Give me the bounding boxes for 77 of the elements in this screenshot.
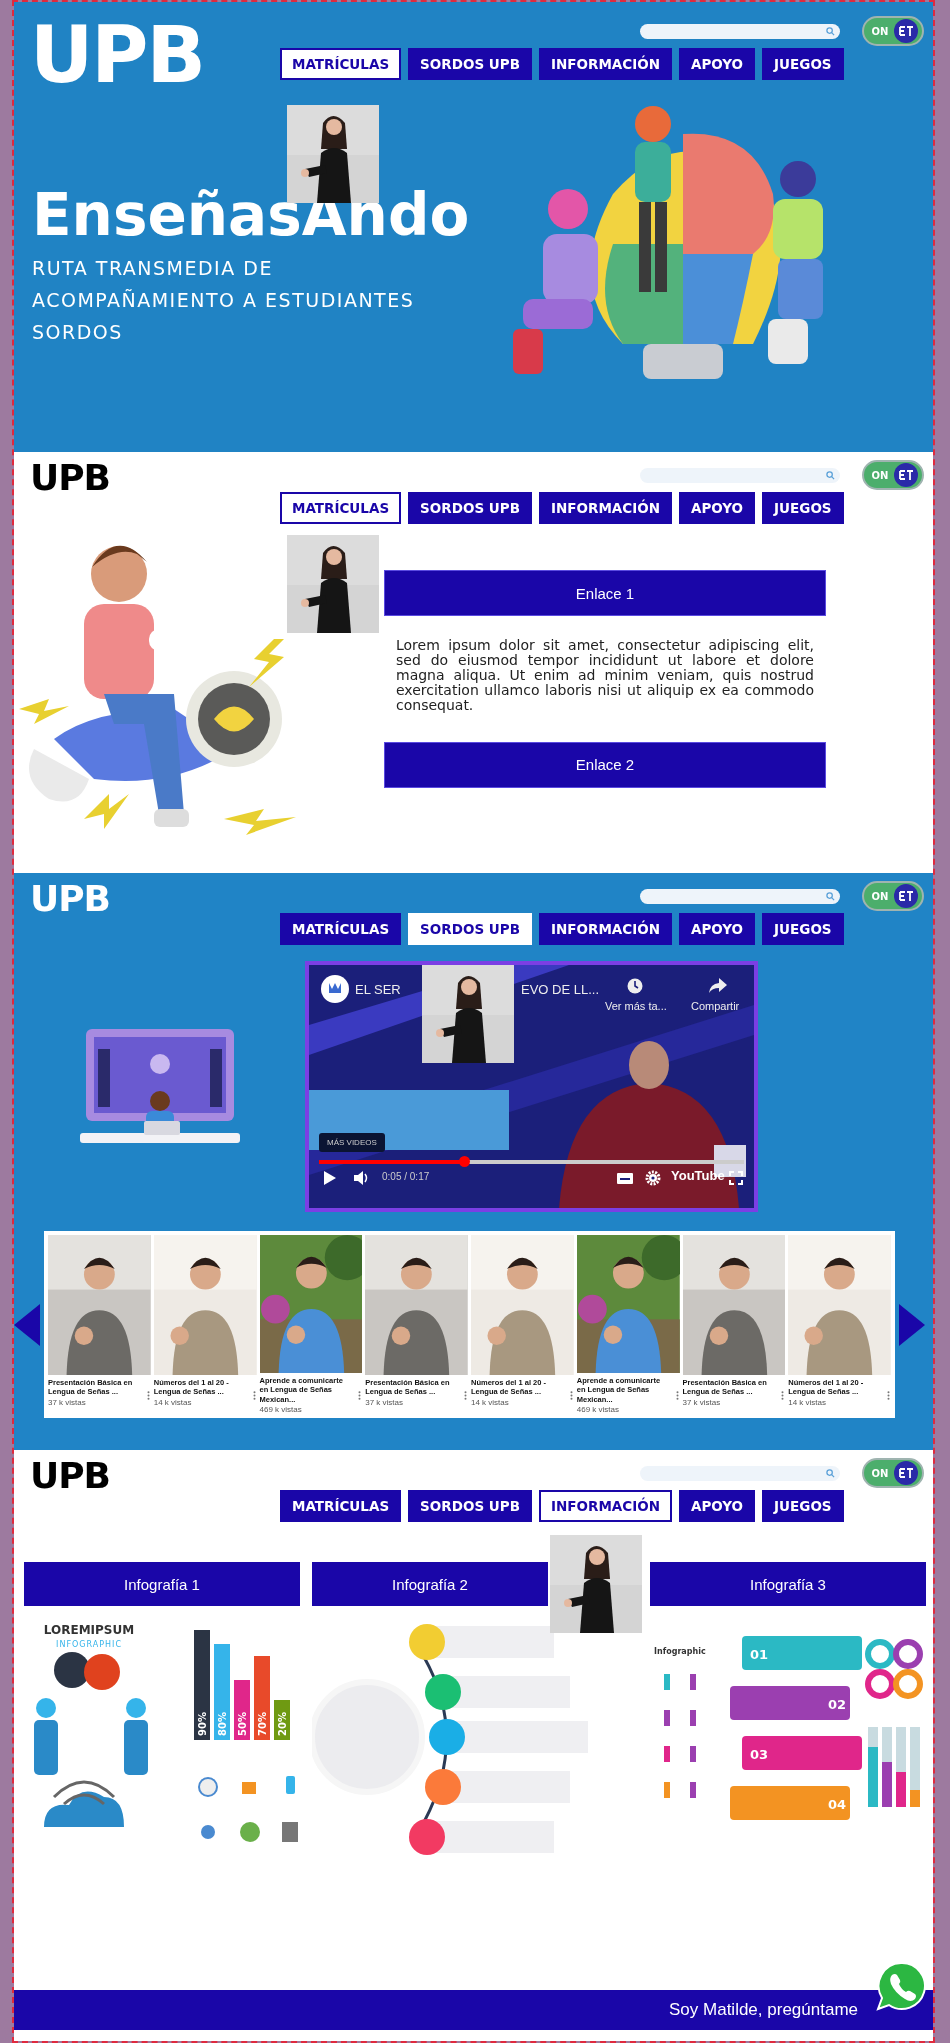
search-icon <box>825 470 835 480</box>
view-count: 37 k vistas <box>48 1397 87 1407</box>
chat-label[interactable]: Soy Matilde, pregúntame <box>669 2000 858 2020</box>
search-field[interactable] <box>639 1465 840 1481</box>
nav-tab[interactable]: APOYO <box>679 1490 756 1522</box>
nav-tab[interactable]: INFORMACIÓN <box>538 1490 672 1522</box>
infographic-heading: LOREMIPSUM <box>43 1623 135 1637</box>
nav-tab[interactable]: JUEGOS <box>762 1490 844 1522</box>
bar-label: 50% <box>237 1712 248 1736</box>
logo[interactable]: UPB <box>30 457 111 498</box>
view-count: 469 k vistas <box>576 1405 620 1414</box>
nav-tab[interactable]: SORDOS UPB <box>408 492 532 524</box>
nav-tab[interactable]: APOYO <box>679 492 756 524</box>
logo[interactable]: UPB <box>30 1455 111 1496</box>
nav-tab[interactable]: MATRÍCULAS <box>280 1490 402 1522</box>
search-icon <box>825 891 835 901</box>
nav-tab[interactable]: SORDOS UPB <box>408 913 532 945</box>
step-number: 04 <box>828 1797 847 1812</box>
infographic-header[interactable]: Infografía 1 <box>24 1562 300 1606</box>
nav-tab[interactable]: MATRÍCULAS <box>280 492 402 524</box>
step-number: 02 <box>828 1697 847 1712</box>
more-icon[interactable] <box>675 1391 679 1400</box>
nav-tab[interactable]: INFORMACIÓN <box>538 492 672 524</box>
badge-icon <box>894 884 919 908</box>
badge-icon <box>894 463 919 487</box>
nav-tab[interactable]: MATRÍCULAS <box>280 48 402 80</box>
search-icon <box>825 26 835 36</box>
nav-tab[interactable]: APOYO <box>679 913 756 945</box>
view-count: 14 k vistas <box>471 1397 510 1407</box>
more-icon[interactable] <box>464 1391 467 1400</box>
bar-label: 90% <box>197 1712 208 1736</box>
infographic-header[interactable]: Infografía 3 <box>650 1562 926 1606</box>
link-button[interactable]: Enlace 2 <box>384 741 826 788</box>
more-icon[interactable] <box>146 1391 150 1400</box>
hero-title: EnseñasAndo <box>32 184 470 248</box>
infographic-header[interactable]: Infografía 2 <box>312 1562 548 1606</box>
infographic-subheading: INFOGRAPHIC <box>56 1640 122 1649</box>
search-field[interactable] <box>639 467 840 483</box>
badge-icon <box>894 19 919 43</box>
more-icon[interactable] <box>781 1391 785 1400</box>
arrow-right-icon[interactable] <box>899 1303 925 1346</box>
nav-tab[interactable]: INFORMACIÓN <box>538 913 672 945</box>
search-field[interactable] <box>639 888 840 904</box>
search-field[interactable] <box>639 23 840 39</box>
arrow-left-icon[interactable] <box>14 1303 40 1346</box>
view-count: 37 k vistas <box>365 1397 405 1407</box>
more-icon[interactable] <box>887 1391 890 1400</box>
more-icon[interactable] <box>569 1391 573 1400</box>
rings-drawing <box>865 1639 923 1699</box>
hero-subtitle: RUTA TRANSMEDIA DE ACOMPAÑAMIENTO A ESTUDIANTES SORDOS <box>32 255 416 345</box>
paragraph: Lorem ipsum dolor sit amet, consectetur adipiscing elit, sed do eiusmod tempor incididunt ut labore et dolore magna aliqua. Ut enim ad minim veniam, quis nostrud exercitation ullamco laboris nisi ut aliquip ex ea commodo consequat. <box>396 638 814 714</box>
logo[interactable]: UPB <box>30 878 111 919</box>
nav-tab[interactable]: JUEGOS <box>762 492 844 524</box>
view-count: 37 k vistas <box>682 1397 722 1407</box>
nav-tab[interactable]: APOYO <box>679 48 756 80</box>
chat-bar[interactable]: Soy Matilde, pregúntame <box>14 1990 933 2030</box>
nav-tab[interactable]: JUEGOS <box>762 48 844 80</box>
nav-tab[interactable]: INFORMACIÓN <box>538 48 672 80</box>
bar-label: 20% <box>277 1712 288 1736</box>
link-button[interactable]: Enlace 1 <box>384 570 826 616</box>
more-icon[interactable] <box>252 1391 256 1400</box>
step-number: 03 <box>750 1747 769 1762</box>
bar-label: 70% <box>257 1712 268 1736</box>
view-count: 14 k vistas <box>153 1397 193 1407</box>
bar-label: 80% <box>217 1712 228 1736</box>
badge-icon <box>894 1461 919 1485</box>
nav-tab[interactable]: MATRÍCULAS <box>280 913 402 945</box>
nav-tab[interactable]: SORDOS UPB <box>408 1490 532 1522</box>
nav-tab[interactable]: SORDOS UPB <box>408 48 532 80</box>
infographic-heading: Infographic <box>654 1647 706 1656</box>
logo[interactable]: UPB <box>30 10 204 100</box>
step-number: 01 <box>750 1647 769 1662</box>
nav-tab[interactable]: JUEGOS <box>762 913 844 945</box>
search-icon <box>825 1468 835 1478</box>
view-count: 469 k vistas <box>259 1405 303 1414</box>
more-icon[interactable] <box>358 1391 362 1400</box>
view-count: 14 k vistas <box>788 1397 828 1407</box>
